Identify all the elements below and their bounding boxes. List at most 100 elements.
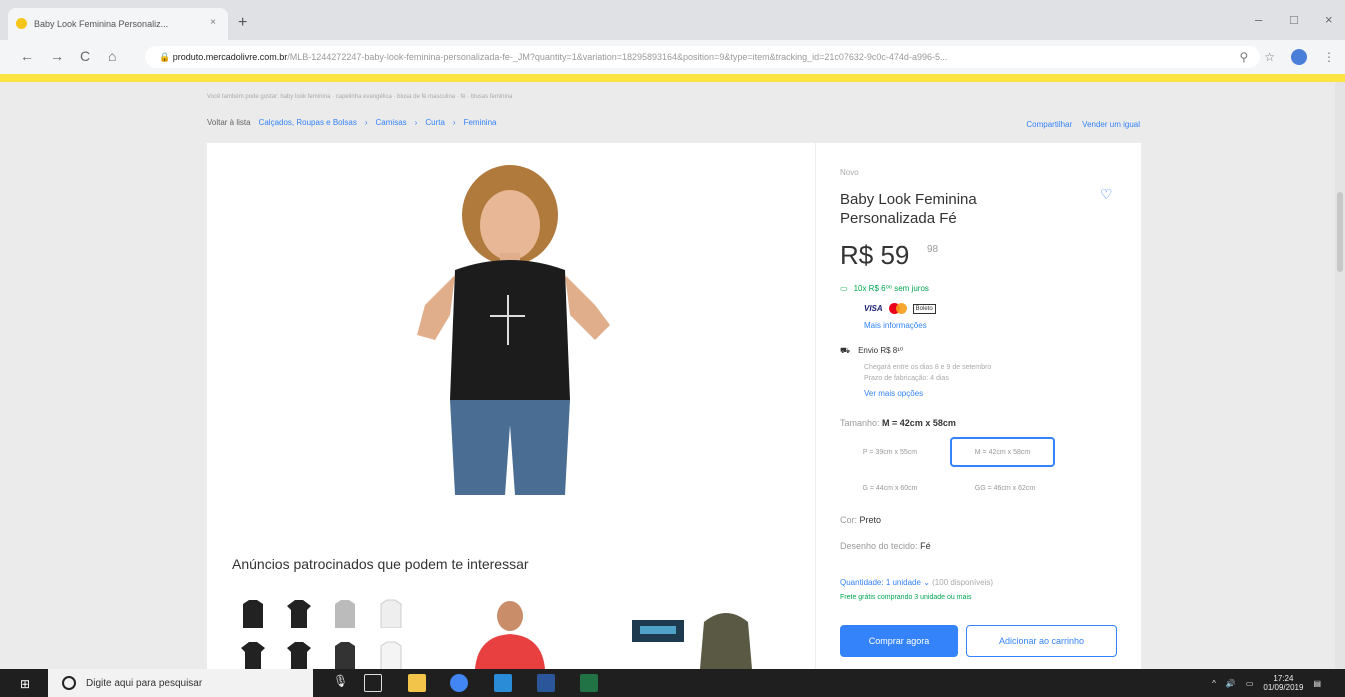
chrome-icon[interactable] xyxy=(450,674,468,692)
chevron-up-icon[interactable]: ^ xyxy=(1212,679,1216,688)
url-input[interactable]: 🔒 produto.mercadolivre.com.br/MLB-124427… xyxy=(145,46,1260,68)
word-icon[interactable] xyxy=(537,674,555,692)
clock[interactable]: 17:24 01/09/2019 xyxy=(1263,674,1303,692)
shipping-info: ⛟ Envio R$ 8¹⁰ xyxy=(840,346,903,356)
mastercard-icon xyxy=(888,303,907,314)
menu-kebab-icon[interactable]: ⋮ xyxy=(1323,50,1335,64)
sponsored-thumb[interactable] xyxy=(370,590,412,628)
breadcrumb-item[interactable]: Curta xyxy=(425,118,445,127)
more-info-link[interactable]: Mais informações xyxy=(864,321,927,330)
close-window-button[interactable]: × xyxy=(1325,12,1333,27)
maximize-button[interactable]: □ xyxy=(1290,12,1298,27)
browser-tab[interactable]: Baby Look Feminina Personaliz... × xyxy=(8,8,228,40)
url-host: produto.mercadolivre.com.br xyxy=(172,52,288,62)
breadcrumb: Voltar à lista Calçados, Roupas e Bolsas… xyxy=(207,118,496,127)
sponsored-ad-image[interactable] xyxy=(628,604,768,669)
sponsored-thumb[interactable] xyxy=(232,632,274,670)
sponsored-thumb[interactable] xyxy=(370,632,412,670)
url-path: /MLB-1244272247-baby-look-feminina-perso… xyxy=(287,52,948,62)
quantity-selector[interactable]: Quantidade: 1 unidade ⌄ (100 disponíveis… xyxy=(840,578,993,587)
task-view-icon[interactable] xyxy=(364,674,382,692)
product-title: Baby Look Feminina Personalizada Fé xyxy=(840,191,977,227)
profile-avatar[interactable] xyxy=(1291,49,1307,65)
browser-actions: ⚲ ☆ ⋮ xyxy=(1239,49,1335,65)
notifications-icon[interactable]: ▤ xyxy=(1313,679,1321,688)
home-button[interactable]: ⌂ xyxy=(108,48,116,64)
sponsored-thumbnail-grid[interactable] xyxy=(232,590,410,670)
add-to-cart-button[interactable]: Adicionar ao carrinho xyxy=(966,625,1117,657)
mercadolivre-header-bar xyxy=(0,74,1345,82)
sponsored-heading: Anúncios patrocinados que podem te inter… xyxy=(232,556,529,572)
browser-tab-strip: Baby Look Feminina Personaliz... × + – □… xyxy=(0,0,1345,40)
taskbar-search-placeholder: Digite aqui para pesquisar xyxy=(86,677,203,689)
payment-methods: VISA Boleto xyxy=(864,303,936,314)
back-button[interactable]: ← xyxy=(20,48,34,64)
new-tab-button[interactable]: + xyxy=(238,14,247,32)
size-option-m[interactable]: M = 42cm x 58cm xyxy=(950,437,1055,467)
sell-similar-link[interactable]: Vender um igual xyxy=(1082,120,1140,129)
windows-start-icon[interactable]: ⊞ xyxy=(20,677,30,691)
microphone-icon[interactable]: 🎙 xyxy=(333,674,351,692)
fabric-value: Fé xyxy=(920,541,931,551)
fabric-info: Desenho do tecido: Fé xyxy=(840,541,931,551)
breadcrumb-separator: › xyxy=(414,118,418,127)
lock-icon: 🔒 xyxy=(159,52,173,62)
taskbar-search-input[interactable]: Digite aqui para pesquisar xyxy=(48,669,313,697)
heart-icon[interactable]: ♡ xyxy=(1100,186,1113,203)
shipping-eta: Chegará entre os dias 8 e 9 de setembro xyxy=(864,364,992,371)
installment-info: ▭ 10x R$ 6⁰⁰ sem juros xyxy=(840,284,929,293)
buy-now-button[interactable]: Comprar agora xyxy=(840,625,958,657)
file-explorer-icon[interactable] xyxy=(408,674,426,692)
page-scrollbar[interactable] xyxy=(1335,82,1345,669)
sponsored-thumb[interactable] xyxy=(278,632,320,670)
related-searches[interactable]: Você também pode gostar: baby look femin… xyxy=(207,94,513,100)
share-link[interactable]: Compartilhar xyxy=(1026,120,1072,129)
cortana-icon xyxy=(62,676,76,690)
tab-title: Baby Look Feminina Personaliz... xyxy=(34,19,169,29)
breadcrumb-item[interactable]: Calçados, Roupas e Bolsas xyxy=(259,118,357,127)
scrollbar-thumb[interactable] xyxy=(1337,192,1343,272)
sponsored-thumb[interactable] xyxy=(324,590,366,628)
breadcrumb-item[interactable]: Feminina xyxy=(464,118,497,127)
sponsored-thumb[interactable] xyxy=(324,632,366,670)
address-bar-row: ← → C ⌂ 🔒 produto.mercadolivre.com.br/ML… xyxy=(0,40,1345,74)
shipping-detail: Chegará entre os dias 8 e 9 de setembro … xyxy=(864,362,991,384)
truck-icon: ⛟ xyxy=(840,346,851,355)
system-tray: ^ 🔊 ▭ 17:24 01/09/2019 ▤ xyxy=(1212,674,1321,692)
size-option-gg[interactable]: GG = 46cm x 62cm xyxy=(950,473,1060,503)
quantity-available: (100 disponíveis) xyxy=(932,578,994,587)
visa-logo: VISA xyxy=(864,304,883,313)
size-selected: M = 42cm x 58cm xyxy=(882,418,956,428)
network-icon[interactable]: ▭ xyxy=(1246,679,1254,688)
clock-date: 01/09/2019 xyxy=(1263,683,1304,692)
shipping-options-link[interactable]: Ver mais opções xyxy=(864,389,923,398)
price: R$ 59 xyxy=(840,240,910,270)
breadcrumb-separator: › xyxy=(364,118,368,127)
volume-icon[interactable]: 🔊 xyxy=(1226,679,1236,688)
size-option-p[interactable]: P = 39cm x 55cm xyxy=(840,437,940,467)
back-to-list-link[interactable]: Voltar à lista xyxy=(207,118,251,127)
minimize-button[interactable]: – xyxy=(1255,12,1262,27)
forward-button[interactable]: → xyxy=(50,48,64,64)
size-option-g[interactable]: G = 44cm x 60cm xyxy=(840,473,940,503)
tab-close-icon[interactable]: × xyxy=(210,17,216,28)
mercadolivre-favicon-icon xyxy=(16,18,27,29)
reload-button[interactable]: C xyxy=(80,48,90,64)
credit-card-icon: ▭ xyxy=(840,284,848,293)
quantity-value[interactable]: Quantidade: 1 unidade xyxy=(840,578,921,587)
photos-icon[interactable] xyxy=(494,674,512,692)
installment-text: 10x R$ 6⁰⁰ sem juros xyxy=(853,284,929,293)
clock-time: 17:24 xyxy=(1273,674,1294,683)
sponsored-thumb[interactable] xyxy=(278,590,320,628)
chevron-down-icon[interactable]: ⌄ xyxy=(923,578,930,587)
sponsored-ad-image[interactable] xyxy=(470,598,550,669)
excel-icon[interactable] xyxy=(580,674,598,692)
breadcrumb-item[interactable]: Camisas xyxy=(376,118,407,127)
share-links: Compartilhar Vender um igual xyxy=(1026,120,1140,129)
sponsored-thumb[interactable] xyxy=(232,590,274,628)
zoom-icon[interactable]: ⚲ xyxy=(1239,50,1248,64)
product-photo[interactable] xyxy=(395,165,625,495)
shipping-price: Envio R$ 8¹⁰ xyxy=(858,346,904,355)
price-cents: 98 xyxy=(927,244,939,255)
bookmark-star-icon[interactable]: ☆ xyxy=(1264,50,1275,64)
